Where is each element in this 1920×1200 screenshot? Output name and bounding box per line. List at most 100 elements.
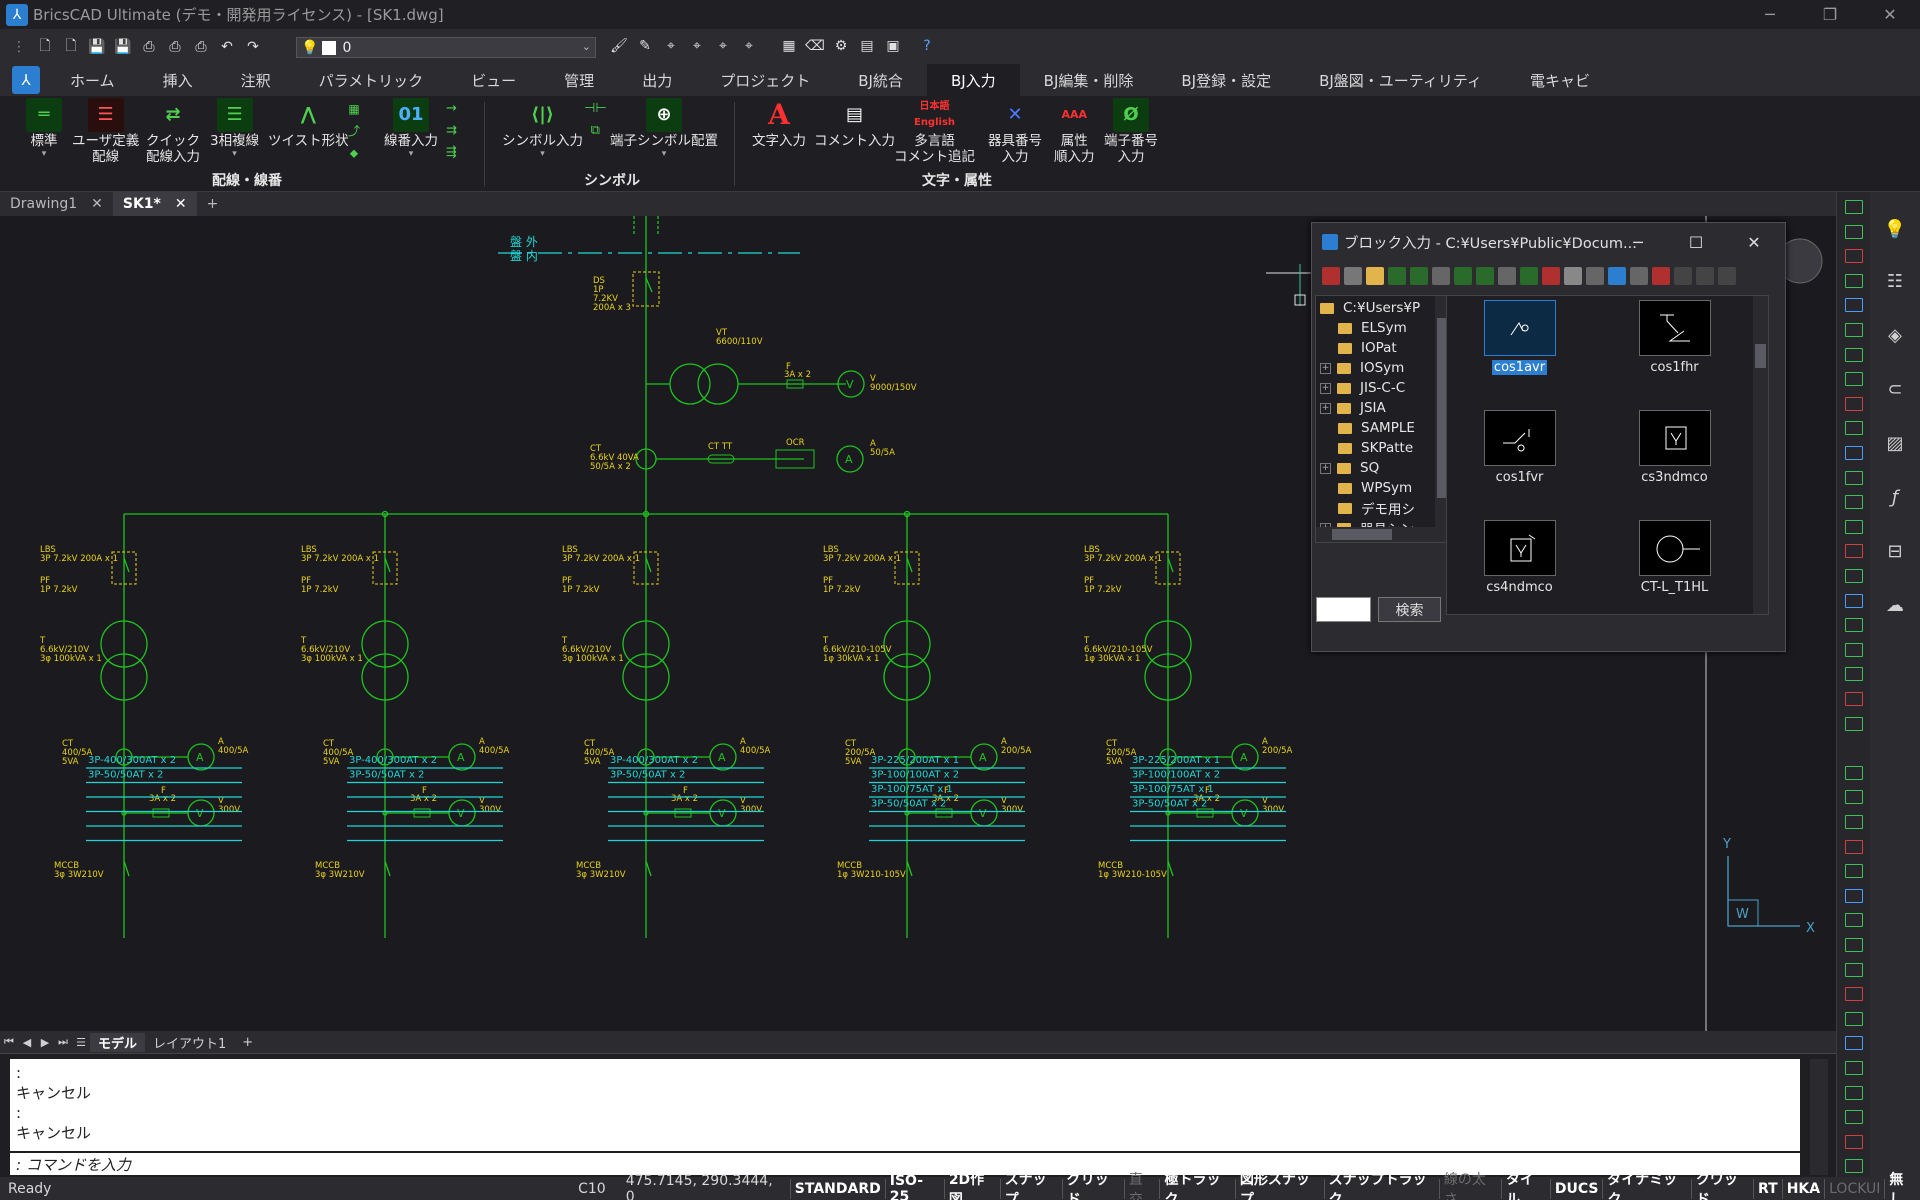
ribbon-tab[interactable]: プロジェクト: [696, 64, 834, 96]
ribbon-tab[interactable]: ビュー: [447, 64, 540, 96]
save-icon[interactable]: 💾: [86, 36, 108, 58]
bj-tool-icon[interactable]: [1845, 323, 1863, 337]
command-scrollbar[interactable]: [1810, 1059, 1828, 1175]
block-tool-icon[interactable]: [1454, 267, 1472, 285]
bj-tool-icon[interactable]: [1845, 962, 1863, 977]
expand-icon[interactable]: +: [1320, 382, 1331, 394]
new-tab-button[interactable]: +: [197, 192, 229, 216]
status-toggle[interactable]: RT: [1753, 1178, 1782, 1199]
select-all-icon[interactable]: ⌖: [738, 35, 760, 57]
properties-icon[interactable]: ▦: [778, 35, 800, 57]
status-toggle[interactable]: ISO-25: [884, 1173, 944, 1200]
tree-item[interactable]: ELSym: [1338, 318, 1407, 338]
bj-tool-icon[interactable]: [1845, 273, 1863, 288]
ribbon-tab[interactable]: BJ登録・設定: [1157, 64, 1295, 96]
block-tool-icon[interactable]: [1388, 267, 1406, 285]
ribbon-tab[interactable]: パラメトリック: [295, 64, 448, 96]
close-button[interactable]: ✕: [1865, 0, 1915, 29]
block-item[interactable]: cs3ndmco: [1612, 410, 1737, 510]
search-input[interactable]: [1316, 597, 1371, 622]
ribbon-button-multilingual[interactable]: 日本語 English 多言語 コメント追記: [894, 98, 975, 165]
tree-item[interactable]: デモ用シ: [1338, 498, 1415, 518]
bj-tool-icon[interactable]: [1845, 200, 1863, 214]
bj-tool-icon[interactable]: [1845, 864, 1863, 879]
ribbon-tab[interactable]: BJ編集・削除: [1020, 64, 1158, 96]
expand-icon[interactable]: +: [1320, 462, 1331, 474]
block-tool-icon[interactable]: [1520, 267, 1538, 285]
close-icon[interactable]: ✕: [175, 196, 187, 212]
redo-icon[interactable]: ↷: [242, 36, 264, 58]
bj-tool-icon[interactable]: [1845, 938, 1863, 952]
status-toggle[interactable]: HKA: [1781, 1178, 1824, 1199]
block-item[interactable]: cos1avr: [1457, 300, 1582, 400]
status-toggle[interactable]: 線の太さ: [1438, 1172, 1501, 1200]
expand-icon[interactable]: +: [1320, 402, 1331, 414]
bj-tool-icon[interactable]: [1845, 224, 1863, 239]
bj-tool-icon[interactable]: [1845, 888, 1863, 903]
bj-tool-icon[interactable]: [1845, 446, 1863, 460]
ribbon-button-terminal-symbol[interactable]: ⊕ 端子シンボル配置 ▾: [610, 98, 718, 159]
ribbon-button-twist[interactable]: ⋀ ツイスト形状: [268, 98, 349, 150]
prev-tab-icon[interactable]: ◀: [18, 1036, 36, 1049]
bj-tool-icon[interactable]: [1845, 642, 1863, 657]
bj-tool-icon[interactable]: [1845, 593, 1863, 608]
bj-tool-icon[interactable]: [1845, 1011, 1863, 1026]
block-item[interactable]: cos1fhr: [1612, 300, 1737, 400]
pick-icon[interactable]: ✎: [634, 35, 656, 57]
tree-item[interactable]: SAMPLE: [1338, 418, 1415, 438]
status-toggle[interactable]: DUCS: [1549, 1178, 1603, 1199]
bj-tool-icon[interactable]: [1845, 421, 1863, 436]
status-toggle[interactable]: クワッド: [1690, 1172, 1753, 1200]
tree-item[interactable]: IOPat: [1338, 338, 1397, 358]
export-pdf-icon[interactable]: ⎙: [138, 36, 160, 58]
status-toggle[interactable]: 無し: [1884, 1172, 1920, 1200]
bj-tool-icon[interactable]: [1845, 470, 1863, 485]
ribbon-tab[interactable]: 管理: [540, 64, 618, 96]
block-thumbnail-grid[interactable]: cos1avr cos1fhr cos1fvr cs3ndmco cs4ndmc…: [1446, 295, 1769, 615]
block-tool-icon[interactable]: [1564, 267, 1582, 285]
function-icon[interactable]: ƒ: [1882, 484, 1908, 510]
bj-tool-icon[interactable]: [1845, 618, 1863, 633]
bj-tool-icon[interactable]: [1845, 1061, 1863, 1075]
tree-item[interactable]: + IOSym: [1320, 358, 1404, 378]
match-properties-icon[interactable]: 🖌: [608, 35, 630, 57]
save-as-icon[interactable]: 💾: [112, 36, 134, 58]
tab-list-icon[interactable]: ☰: [72, 1036, 90, 1049]
ribbon-tab[interactable]: 電キャビ: [1506, 64, 1614, 96]
undo-icon[interactable]: ↶: [216, 36, 238, 58]
bj-tool-icon[interactable]: [1845, 569, 1863, 583]
ribbon-button-user-wire[interactable]: ☰ ユーザ定義 配線: [72, 98, 139, 165]
layer-dropdown[interactable]: 💡 0 ⌄: [296, 37, 596, 58]
doc-tab-drawing1[interactable]: Drawing1 ✕: [0, 192, 113, 216]
ribbon-tab[interactable]: 出力: [618, 64, 696, 96]
close-icon[interactable]: ✕: [91, 196, 103, 212]
layers-icon[interactable]: ▤: [856, 35, 878, 57]
ribbon-button-symbol[interactable]: ⟨|⟩ シンボル入力 ▾: [502, 98, 583, 160]
block-tool-icon[interactable]: [1432, 267, 1450, 285]
new-icon[interactable]: 🗋: [34, 36, 56, 58]
ribbon-tab[interactable]: BJ盤図・ユーティリティ: [1295, 64, 1506, 96]
select-icon[interactable]: ⌖: [660, 35, 682, 57]
bj-tool-icon[interactable]: [1845, 1085, 1863, 1100]
bj-tool-icon[interactable]: [1845, 519, 1863, 534]
bj-tool-icon[interactable]: [1845, 790, 1863, 805]
block-item[interactable]: cs4ndmco: [1457, 520, 1582, 620]
block-tool-icon[interactable]: [1498, 267, 1516, 285]
status-toggle[interactable]: タイル: [1500, 1172, 1550, 1200]
grid-vertical-scrollbar[interactable]: [1753, 296, 1768, 614]
ribbon-small-tools[interactable]: ▦ ⤴ ⬥: [348, 98, 360, 164]
status-toggle[interactable]: 極トラック: [1159, 1172, 1234, 1200]
tree-item[interactable]: + JSIA: [1320, 398, 1386, 418]
first-tab-icon[interactable]: ⏮: [0, 1035, 18, 1049]
list-view-icon[interactable]: [1630, 267, 1648, 285]
name-view-icon[interactable]: [1608, 267, 1626, 285]
ribbon-button-text[interactable]: A 文字入力: [752, 98, 806, 150]
attachment-icon[interactable]: ⊂: [1882, 376, 1908, 402]
image-icon[interactable]: ▣: [882, 35, 904, 57]
print-icon[interactable]: ⎙: [164, 36, 186, 58]
sliders-icon[interactable]: ☷: [1882, 268, 1908, 294]
minimize-button[interactable]: ─: [1745, 0, 1795, 29]
bj-tool-icon[interactable]: [1845, 667, 1863, 682]
ribbon-tab[interactable]: ホーム: [46, 64, 139, 96]
dialog-close-button[interactable]: ✕: [1742, 231, 1766, 253]
